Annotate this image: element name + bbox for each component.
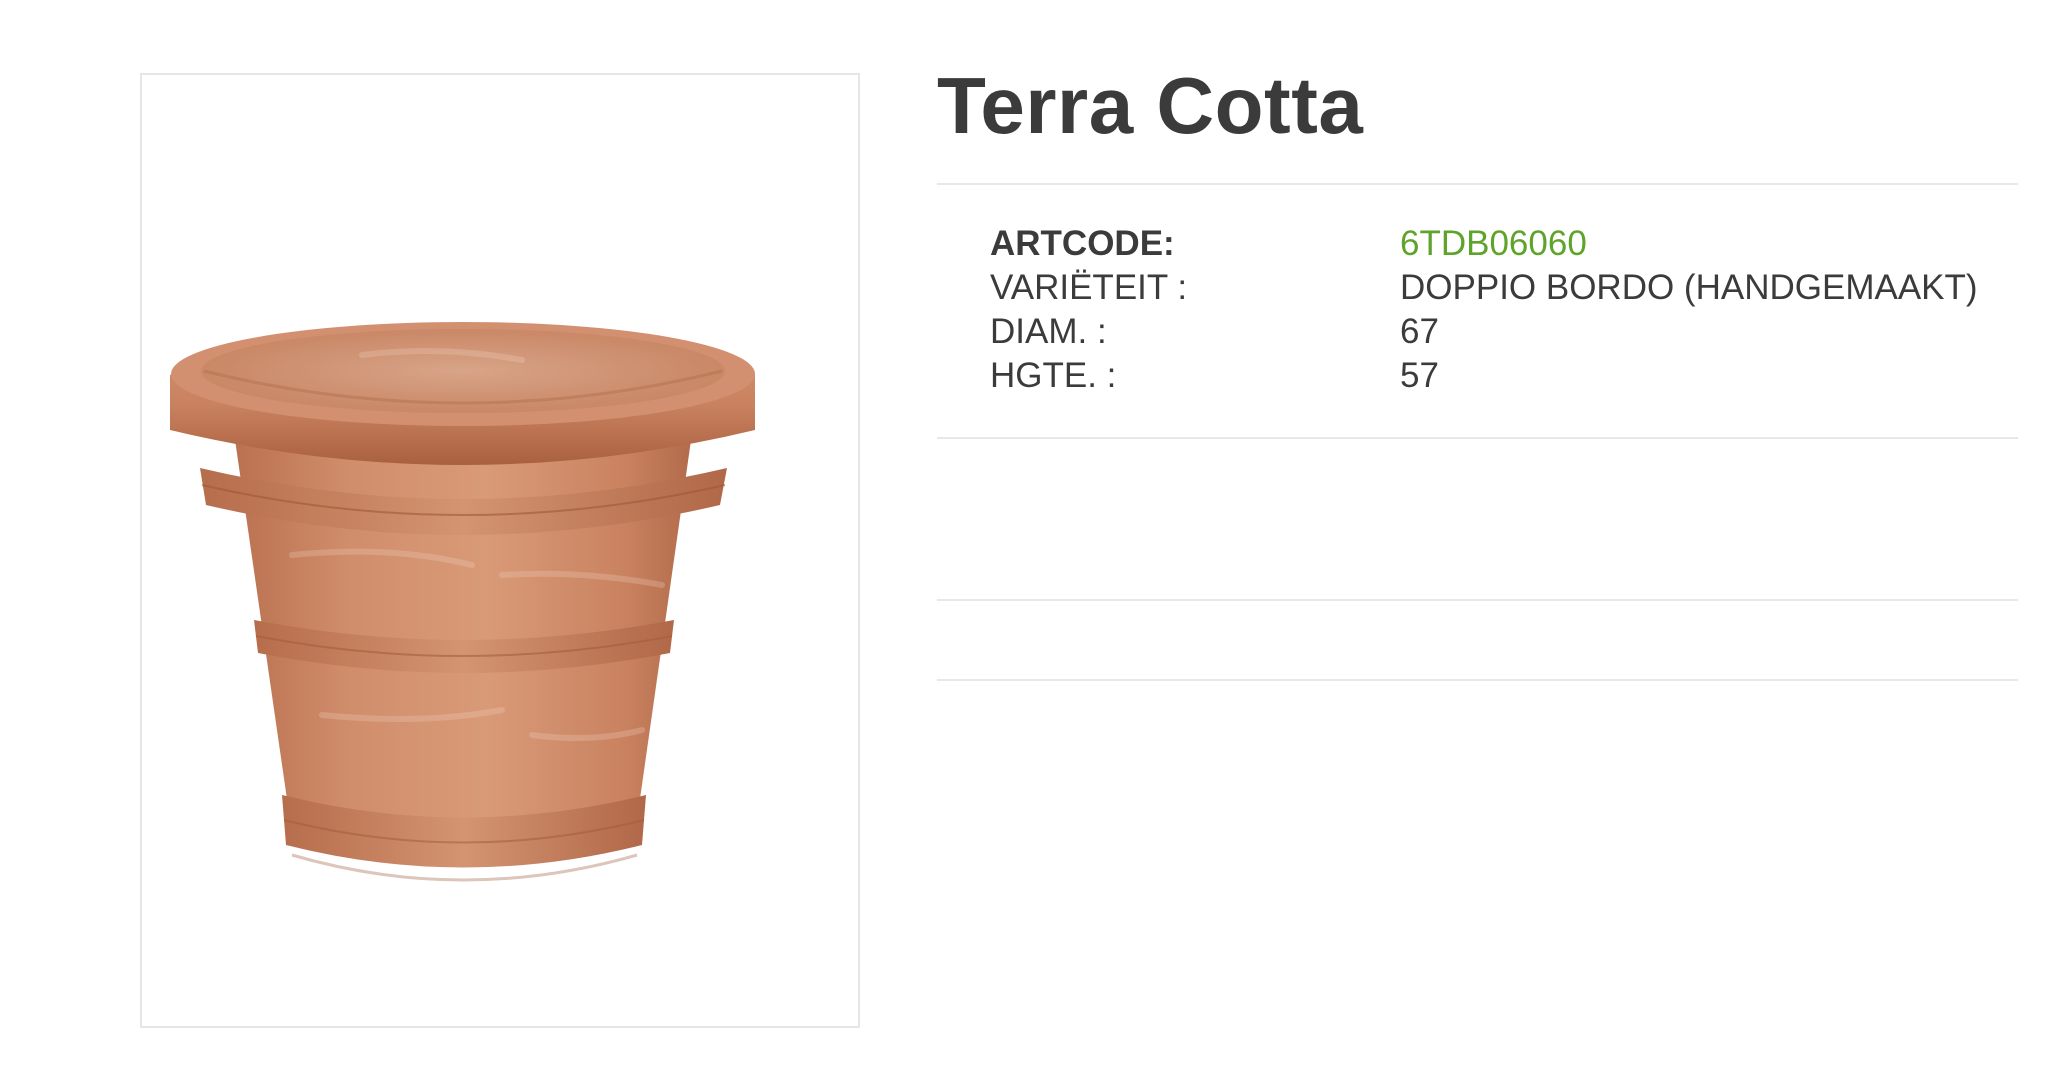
spec-row-artcode: ARTCODE: 6TDB06060 (990, 222, 2030, 266)
spec-table: ARTCODE: 6TDB06060 VARIËTEIT : DOPPIO BO… (990, 222, 2030, 398)
divider (937, 437, 2018, 439)
spec-label: ARTCODE: (990, 224, 1175, 263)
divider (937, 599, 2018, 601)
spec-row-variety: VARIËTEIT : DOPPIO BORDO (HANDGEMAAKT) (990, 266, 2030, 310)
product-image[interactable] (142, 75, 858, 1026)
spec-label: VARIËTEIT : (990, 268, 1188, 307)
spec-value-variety: DOPPIO BORDO (HANDGEMAAKT) (1400, 268, 1978, 307)
spec-label: HGTE. : (990, 356, 1117, 395)
spec-value-height: 57 (1400, 356, 1439, 395)
spec-value-diameter: 67 (1400, 312, 1439, 351)
divider (937, 183, 2018, 185)
divider (937, 679, 2018, 681)
spec-row-height: HGTE. : 57 (990, 354, 2030, 398)
spec-row-diameter: DIAM. : 67 (990, 310, 2030, 354)
spec-label: DIAM. : (990, 312, 1107, 351)
page-title: Terra Cotta (937, 61, 1364, 150)
product-page: Terra Cotta ARTCODE: 6TDB06060 VARIËTEIT… (0, 0, 2048, 1074)
product-image-frame[interactable] (140, 73, 860, 1028)
spec-value-artcode: 6TDB06060 (1400, 224, 1587, 263)
